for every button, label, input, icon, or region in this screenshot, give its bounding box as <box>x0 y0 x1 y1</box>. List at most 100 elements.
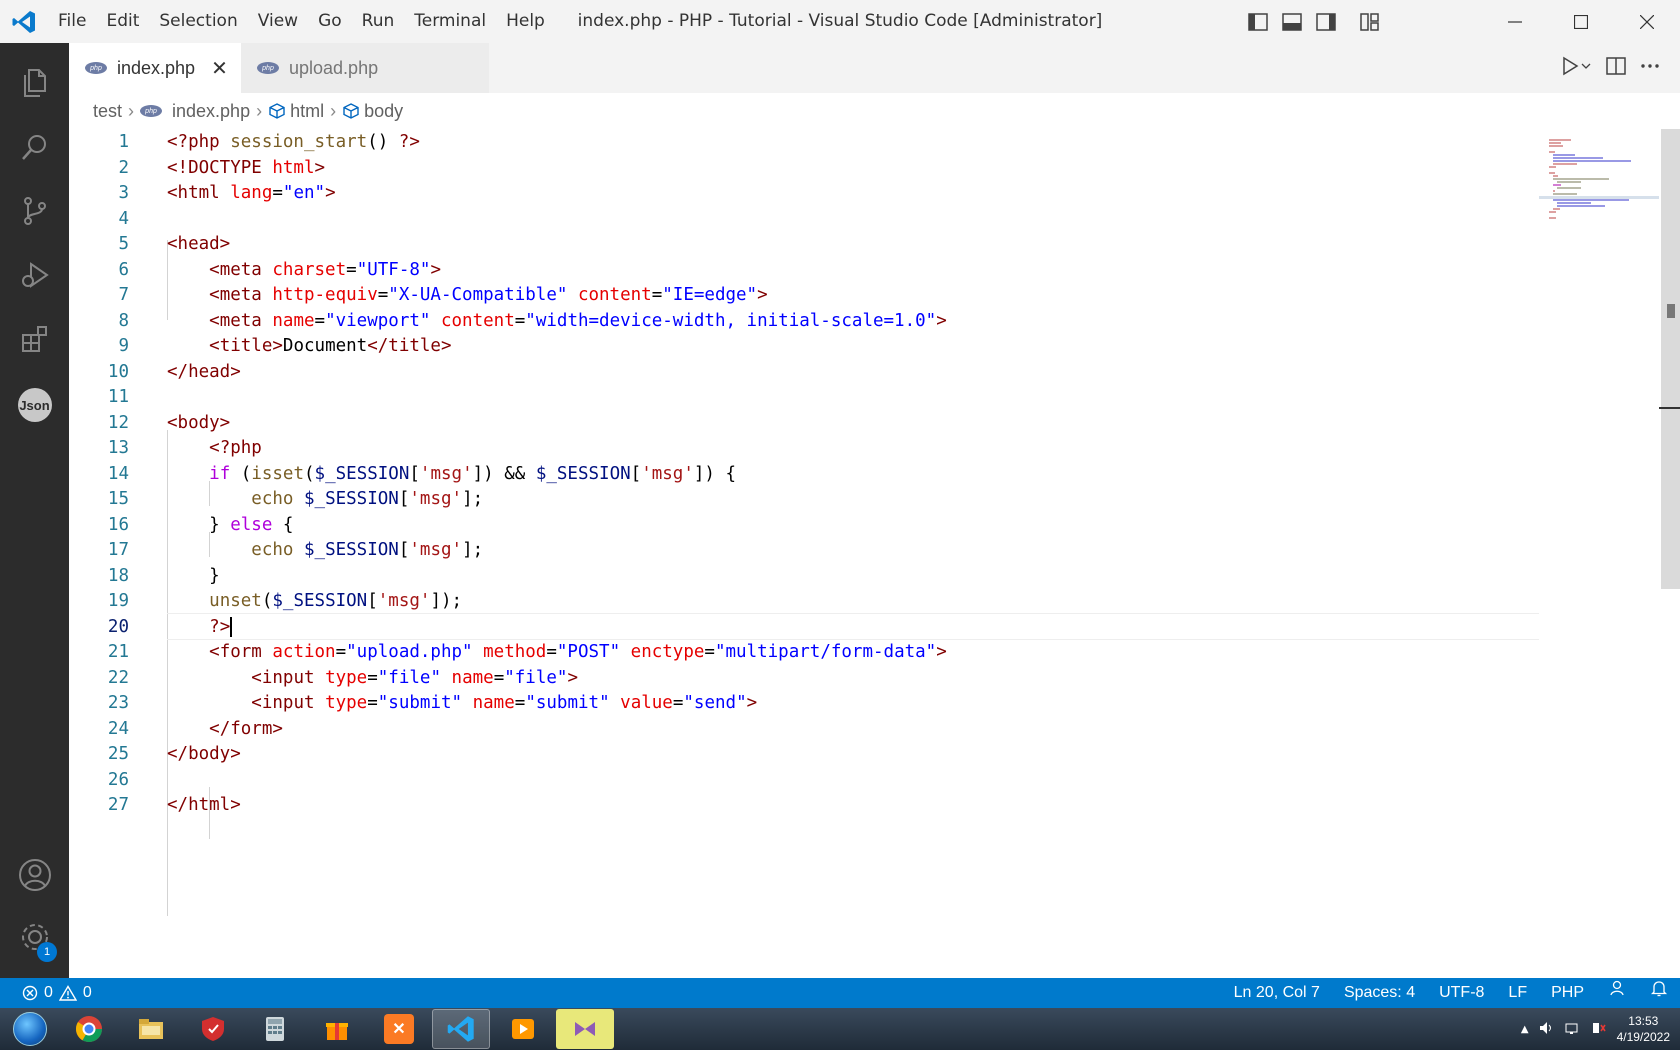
volume-icon[interactable] <box>1539 1020 1555 1039</box>
scrollbar-thumb[interactable] <box>1661 129 1680 589</box>
toggle-primary-sidebar-icon[interactable] <box>1248 12 1268 32</box>
close-icon[interactable]: ✕ <box>211 56 228 81</box>
run-file-icon[interactable] <box>1562 56 1592 80</box>
notifications-bell-icon[interactable] <box>1638 978 1680 1008</box>
explorer-icon[interactable] <box>0 51 69 115</box>
breadcrumb-item-body[interactable]: body <box>364 101 403 122</box>
chrome-icon[interactable] <box>60 1009 118 1049</box>
encoding[interactable]: UTF-8 <box>1427 978 1496 1008</box>
customize-layout-icon[interactable] <box>1360 12 1380 32</box>
code-line[interactable]: 2 <!DOCTYPE html> <box>69 155 1539 182</box>
code-token: ( <box>261 591 273 611</box>
indentation[interactable]: Spaces: 4 <box>1332 978 1427 1008</box>
php-file-icon: php <box>257 62 279 74</box>
code-line[interactable]: 25 </body> <box>69 741 1539 768</box>
code-line[interactable]: 27 </html> <box>69 792 1539 819</box>
menu-item-run[interactable]: Run <box>352 0 405 43</box>
language-mode[interactable]: PHP <box>1539 978 1596 1008</box>
code-line[interactable]: 11 <box>69 384 1539 411</box>
feedback-icon[interactable] <box>1596 978 1638 1008</box>
file-explorer-icon[interactable] <box>122 1009 180 1049</box>
minimap[interactable] <box>1539 129 1659 978</box>
vscode-logo-icon[interactable] <box>0 0 48 43</box>
code-token: > <box>567 667 578 688</box>
code-line[interactable]: 18 } <box>69 563 1539 590</box>
toggle-panel-icon[interactable] <box>1282 12 1302 32</box>
code-editor[interactable]: 1 <?php session_start() ?> 2 <!DOCTYPE html… <box>69 129 1539 978</box>
code-line[interactable]: 16 } else { <box>69 512 1539 539</box>
code-line[interactable]: 8 <meta name="viewport" content="width=d… <box>69 308 1539 335</box>
code-line[interactable]: 14 if (isset($_SESSION['msg']) && $_SESS… <box>69 461 1539 488</box>
json-extension-icon[interactable]: Json <box>0 373 69 437</box>
shield-app-icon[interactable] <box>184 1009 242 1049</box>
toggle-secondary-sidebar-icon[interactable] <box>1316 12 1336 32</box>
settings-icon[interactable]: 1 <box>0 905 69 969</box>
extensions-icon[interactable] <box>0 307 69 371</box>
code-token: ]; <box>462 540 484 560</box>
visual-studio-icon[interactable] <box>556 1009 614 1049</box>
split-editor-icon[interactable] <box>1606 56 1626 80</box>
cursor-position[interactable]: Ln 20, Col 7 <box>1222 978 1332 1008</box>
code-line[interactable]: 21 <form action="upload.php" method="POS… <box>69 639 1539 666</box>
clock[interactable]: 13:53 4/19/2022 <box>1617 1013 1670 1045</box>
code-text: <body> <box>167 410 230 437</box>
menu-item-file[interactable]: File <box>48 0 96 43</box>
end-of-line[interactable]: LF <box>1496 978 1539 1008</box>
code-line[interactable]: 10 </head> <box>69 359 1539 386</box>
code-token: 'msg' <box>419 463 473 484</box>
code-line[interactable]: 17 echo $_SESSION['msg']; <box>69 537 1539 564</box>
xampp-icon[interactable]: ✕ <box>370 1009 428 1049</box>
action-center-icon[interactable] <box>1591 1020 1607 1039</box>
gift-app-icon[interactable] <box>308 1009 366 1049</box>
menu-item-edit[interactable]: Edit <box>96 0 149 43</box>
tab-index-php[interactable]: php index.php ✕ <box>69 43 241 93</box>
code-line[interactable]: 4 <box>69 206 1539 233</box>
account-icon[interactable] <box>0 843 69 907</box>
breadcrumb-item-file[interactable]: index.php <box>172 101 250 122</box>
start-button-icon[interactable] <box>0 1008 60 1050</box>
code-line[interactable]: 15 echo $_SESSION['msg']; <box>69 486 1539 513</box>
code-line[interactable]: 13 <?php <box>69 435 1539 462</box>
breadcrumb-item-html[interactable]: html <box>290 101 324 122</box>
menu-item-view[interactable]: View <box>248 0 308 43</box>
code-line[interactable]: 19 unset($_SESSION['msg']); <box>69 588 1539 615</box>
run-debug-icon[interactable] <box>0 243 69 307</box>
network-icon[interactable] <box>1565 1020 1581 1039</box>
source-control-icon[interactable] <box>0 179 69 243</box>
search-icon[interactable] <box>0 115 69 179</box>
menu-item-help[interactable]: Help <box>496 0 555 43</box>
menu-item-go[interactable]: Go <box>308 0 352 43</box>
show-hidden-icons-icon[interactable]: ▲ <box>1521 1024 1529 1035</box>
code-text: </body> <box>167 741 241 768</box>
calculator-icon[interactable] <box>246 1009 304 1049</box>
code-line[interactable]: 1 <?php session_start() ?> <box>69 129 1539 156</box>
maximize-icon[interactable] <box>1548 0 1614 43</box>
code-line[interactable]: 9 <title>Document</title> <box>69 333 1539 360</box>
code-line[interactable]: 6 <meta charset="UTF-8"> <box>69 257 1539 284</box>
line-number: 15 <box>107 489 129 509</box>
code-line[interactable]: 23 <input type="submit" name="submit" va… <box>69 690 1539 717</box>
minimize-icon[interactable] <box>1482 0 1548 43</box>
code-token: </html> <box>167 795 241 815</box>
code-line[interactable]: 26 <box>69 767 1539 794</box>
code-token: ]) && <box>472 463 536 484</box>
code-line[interactable]: 3 <html lang="en"> <box>69 180 1539 207</box>
code-line[interactable]: 12 <body> <box>69 410 1539 437</box>
code-line[interactable]: 7 <meta http-equiv="X-UA-Compatible" con… <box>69 282 1539 309</box>
tab-upload-php[interactable]: php upload.php <box>241 43 489 93</box>
code-token: <?php <box>209 438 262 458</box>
close-window-icon[interactable] <box>1614 0 1680 43</box>
code-token: <html <box>167 183 231 203</box>
problems-indicator[interactable]: 0 0 <box>0 984 92 1002</box>
code-line[interactable]: 22 <input type="file" name="file"> <box>69 665 1539 692</box>
code-line[interactable]: 5 <head> <box>69 231 1539 258</box>
menu-item-selection[interactable]: Selection <box>149 0 247 43</box>
code-line[interactable]: 20 ?> <box>69 612 1539 641</box>
vertical-scrollbar[interactable] <box>1659 129 1680 978</box>
code-line[interactable]: 24 </form> <box>69 716 1539 743</box>
vscode-taskbar-icon[interactable] <box>432 1009 490 1049</box>
media-player-icon[interactable] <box>494 1009 552 1049</box>
more-actions-icon[interactable] <box>1640 56 1660 80</box>
menu-item-terminal[interactable]: Terminal <box>404 0 496 43</box>
breadcrumb-item-folder[interactable]: test <box>93 101 122 122</box>
